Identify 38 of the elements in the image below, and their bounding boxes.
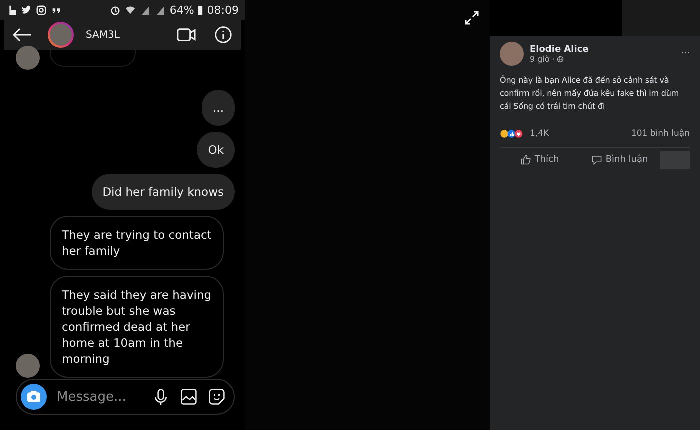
message-bubble: They said they are having trouble but she was confirmed dead at her home at 10am in the morning: [50, 276, 224, 378]
camera-outline-icon: [36, 4, 47, 16]
globe-icon: [556, 56, 564, 62]
post-text: Ông này là bạn Alice đã đến sở cảnh sát và confirm rồi, nên mấy đứa kêu fake thì im dùm cái Sống có trái tim chút đi: [500, 74, 680, 113]
message-bubble: Ok: [197, 132, 235, 168]
alarm-icon: [110, 4, 121, 16]
video-call-icon[interactable]: [177, 26, 196, 44]
info-icon[interactable]: [214, 26, 233, 44]
comment-count[interactable]: 101 bình luận: [631, 129, 690, 139]
sticker-icon[interactable]: [208, 388, 226, 406]
comment-button[interactable]: Bình luận: [580, 151, 660, 169]
battery-percent: 64%: [170, 4, 194, 16]
signal-icon: [140, 4, 151, 16]
thumbs-up-icon: [520, 155, 531, 165]
avatar: [16, 46, 40, 70]
bird-icon: [21, 4, 32, 16]
signal-icon: [154, 4, 166, 16]
battery-icon: [198, 4, 204, 16]
message-bubble: Did her family knows: [92, 174, 235, 210]
message-bubble: They are trying to contact her family: [50, 216, 224, 270]
avatar[interactable]: [500, 42, 524, 66]
post-time[interactable]: 9 giờ ·: [530, 54, 555, 64]
clock: 08:09: [207, 4, 239, 16]
comment-icon: [592, 155, 602, 165]
message-field[interactable]: Message...: [57, 390, 142, 404]
message-bubble: ...: [202, 90, 235, 126]
avatar[interactable]: [48, 22, 74, 48]
more-options-button[interactable]: ···: [681, 49, 690, 59]
like-button[interactable]: Thích: [500, 151, 580, 169]
image-icon[interactable]: [180, 388, 198, 406]
camera-icon[interactable]: [21, 384, 47, 410]
reaction-count[interactable]: 1,4K: [530, 129, 550, 139]
username[interactable]: SAM3L: [86, 30, 120, 40]
expand-icon[interactable]: [464, 10, 480, 26]
wifi-icon: [124, 4, 136, 16]
author-name[interactable]: Elodie Alice: [530, 44, 589, 54]
microphone-icon[interactable]: [152, 388, 170, 406]
back-icon[interactable]: [12, 28, 32, 42]
